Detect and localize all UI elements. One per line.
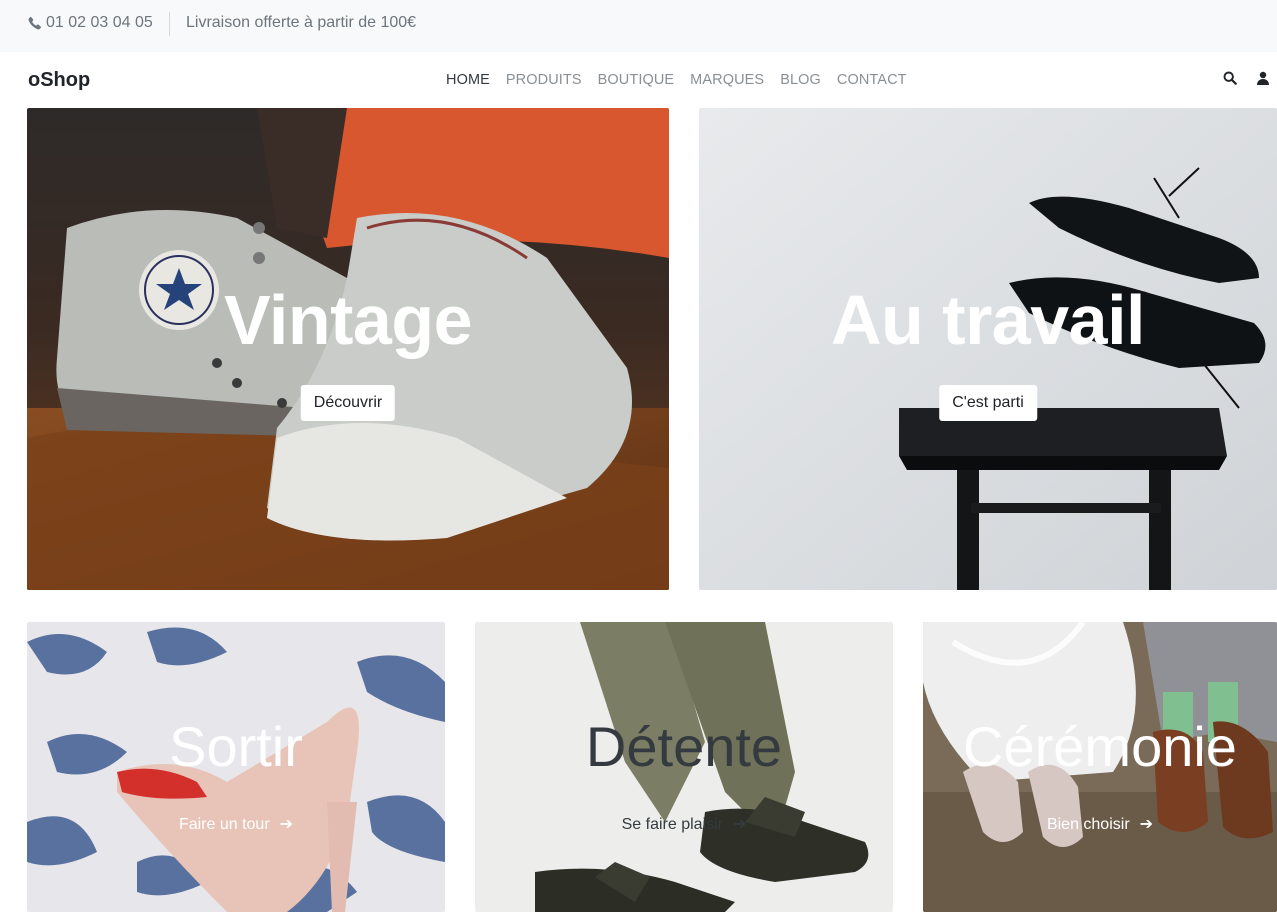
arrow-right-icon: ➔ <box>732 816 747 833</box>
top-info-bar: 01 02 03 04 05 Livraison offerte à parti… <box>0 0 1277 52</box>
arrow-right-icon: ➔ <box>279 816 294 833</box>
divider <box>169 12 170 36</box>
hero-banner-vintage[interactable]: Vintage Découvrir <box>27 108 669 590</box>
category-link-label: Bien choisir <box>1046 816 1130 833</box>
category-link-ceremonie[interactable]: Bien choisir ➔ <box>923 814 1277 834</box>
category-title-ceremonie: Cérémonie <box>963 715 1237 778</box>
nav-item-produits[interactable]: PRODUITS <box>498 72 590 88</box>
phone-contact: 01 02 03 04 05 <box>28 14 153 32</box>
nav-actions <box>1223 71 1273 87</box>
nav-item-home[interactable]: HOME <box>438 72 498 88</box>
user-icon[interactable] <box>1257 71 1273 87</box>
discover-button[interactable]: Découvrir <box>300 385 396 421</box>
search-icon[interactable] <box>1223 71 1239 87</box>
brand-logo[interactable]: oShop <box>28 69 90 92</box>
hero-title-au-travail: Au travail <box>831 281 1146 359</box>
cest-parti-button[interactable]: C'est parti <box>939 385 1037 421</box>
hero-title-vintage: Vintage <box>223 281 473 359</box>
arrow-right-icon: ➔ <box>1139 816 1154 833</box>
phone-number: 01 02 03 04 05 <box>46 14 153 31</box>
category-link-detente[interactable]: Se faire plaisir ➔ <box>475 814 893 834</box>
nav-item-boutique[interactable]: BOUTIQUE <box>590 72 683 88</box>
category-title-sortir: Sortir <box>169 715 303 778</box>
nav-item-marques[interactable]: MARQUES <box>682 72 772 88</box>
category-link-sortir[interactable]: Faire un tour ➔ <box>27 814 445 834</box>
category-card-ceremonie[interactable]: Cérémonie Bien choisir ➔ <box>923 622 1277 912</box>
main-navbar: oShop HOME PRODUITS BOUTIQUE MARQUES BLO… <box>0 52 1277 108</box>
category-card-sortir[interactable]: Sortir Faire un tour ➔ <box>27 622 445 912</box>
category-link-label: Faire un tour <box>178 816 270 833</box>
hero-banner-au-travail[interactable]: Au travail C'est parti <box>699 108 1277 590</box>
delivery-promo: Livraison offerte à partir de 100€ <box>186 14 417 31</box>
category-title-detente: Détente <box>585 715 783 778</box>
category-link-label: Se faire plaisir <box>621 816 723 833</box>
phone-icon <box>28 16 42 30</box>
main-nav: HOME PRODUITS BOUTIQUE MARQUES BLOG CONT… <box>438 72 915 88</box>
nav-item-blog[interactable]: BLOG <box>772 72 829 88</box>
nav-item-contact[interactable]: CONTACT <box>829 72 915 88</box>
category-card-detente[interactable]: Détente Se faire plaisir ➔ <box>475 622 893 912</box>
